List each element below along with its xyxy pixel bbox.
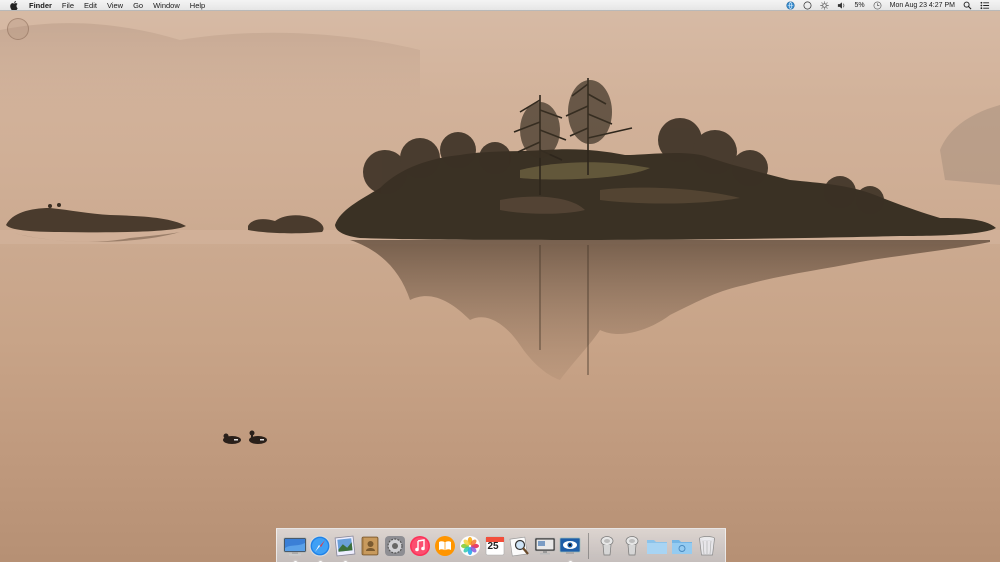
dock-separator bbox=[588, 532, 589, 559]
menu-clock[interactable]: Mon Aug 23 4:27 PM bbox=[890, 0, 955, 11]
sync-globe-icon[interactable] bbox=[786, 0, 796, 11]
eye-screen-icon bbox=[559, 537, 581, 554]
dock-contacts[interactable] bbox=[358, 534, 382, 558]
dock-folder[interactable] bbox=[645, 534, 669, 558]
monitor-icon bbox=[283, 537, 307, 555]
trash-icon bbox=[699, 535, 715, 555]
dock-screenshot-app[interactable] bbox=[558, 534, 582, 562]
spotlight-search-icon[interactable] bbox=[963, 0, 972, 11]
stack-icon bbox=[600, 535, 614, 555]
menu-edit[interactable]: Edit bbox=[79, 0, 102, 11]
photos-flower-icon bbox=[460, 535, 480, 556]
folder-icon bbox=[672, 539, 692, 554]
menu-help[interactable]: Help bbox=[185, 0, 210, 11]
volume-icon[interactable] bbox=[837, 0, 846, 11]
dock: 25 bbox=[276, 528, 726, 562]
menu-bar: Finder File Edit View Go Window Help 5% … bbox=[0, 0, 1000, 11]
compass-icon bbox=[309, 534, 331, 557]
dock-trash[interactable] bbox=[695, 534, 719, 558]
dock-ibooks[interactable] bbox=[433, 534, 457, 558]
folder-icon bbox=[647, 539, 667, 554]
gear-icon bbox=[385, 535, 405, 556]
circle-status-icon[interactable] bbox=[803, 0, 812, 11]
busy-indicator bbox=[7, 18, 29, 40]
screen-share-icon bbox=[534, 537, 556, 554]
dock-documents-stack[interactable] bbox=[620, 534, 644, 558]
wallpaper bbox=[0, 23, 1000, 444]
desktop[interactable] bbox=[0, 0, 1000, 562]
dock-photos[interactable] bbox=[458, 534, 482, 558]
apple-logo-icon bbox=[10, 0, 18, 10]
dock-system-preferences[interactable] bbox=[383, 534, 407, 558]
contacts-book-icon bbox=[361, 536, 379, 555]
dock-preview-magnifier[interactable] bbox=[508, 534, 532, 558]
book-icon bbox=[435, 535, 455, 556]
dock-preview[interactable] bbox=[333, 534, 357, 562]
dock-folder-2[interactable] bbox=[670, 534, 694, 558]
menu-go[interactable]: Go bbox=[128, 0, 148, 11]
dock-remote-desktop[interactable] bbox=[533, 534, 557, 558]
calendar-day: 25 bbox=[487, 540, 499, 552]
notification-list-icon[interactable] bbox=[980, 0, 990, 11]
stack-icon bbox=[625, 535, 639, 555]
magnifier-photo-icon bbox=[509, 536, 529, 556]
menu-file[interactable]: File bbox=[57, 0, 79, 11]
preview-icon bbox=[334, 535, 356, 556]
dock-finder-display[interactable] bbox=[283, 534, 307, 562]
dock-calendar[interactable]: 25 bbox=[483, 534, 507, 558]
menu-app-finder[interactable]: Finder bbox=[27, 0, 57, 11]
menu-view[interactable]: View bbox=[102, 0, 128, 11]
menu-window[interactable]: Window bbox=[148, 0, 185, 11]
dock-itunes[interactable] bbox=[408, 534, 432, 558]
apple-menu[interactable] bbox=[9, 0, 19, 11]
clock-status-icon[interactable] bbox=[873, 0, 882, 11]
brightness-sun-icon[interactable] bbox=[820, 0, 830, 11]
music-note-icon bbox=[410, 535, 430, 556]
dock-safari[interactable] bbox=[308, 534, 332, 562]
dock-downloads-stack[interactable] bbox=[595, 534, 619, 558]
battery-percent[interactable]: 5% bbox=[854, 0, 864, 11]
